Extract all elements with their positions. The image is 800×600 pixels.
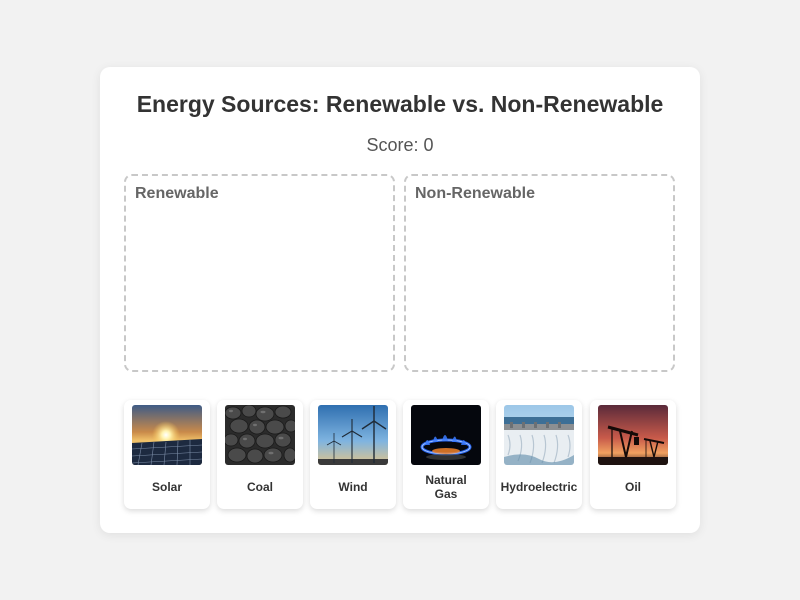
coal-image [225, 405, 295, 465]
energy-card-label: Coal [246, 480, 273, 494]
renewable-drop-zone[interactable]: Renewable [124, 174, 395, 372]
energy-card-natural-gas[interactable]: Natural Gas [403, 400, 489, 509]
non-renewable-zone-label: Non-Renewable [415, 185, 536, 202]
solar-panel-image [132, 405, 202, 465]
energy-card-label: Wind [338, 480, 368, 494]
energy-card-oil[interactable]: Oil [590, 400, 676, 509]
page-title: Energy Sources: Renewable vs. Non-Renewa… [136, 91, 664, 117]
energy-card-label: Hydroelectric [500, 480, 578, 494]
energy-card-coal[interactable]: Coal [217, 400, 303, 509]
energy-card-wind[interactable]: Wind [310, 400, 396, 509]
wind-turbine-image [318, 405, 388, 465]
oil-pump-image [598, 405, 668, 465]
energy-card-label: Solar [151, 480, 182, 494]
game-card: Energy Sources: Renewable vs. Non-Renewa… [100, 67, 700, 533]
energy-card-label: Natural Gas [425, 473, 467, 501]
gas-flame-image [411, 405, 481, 465]
energy-card-solar[interactable]: Solar [124, 400, 210, 509]
energy-card-hydroelectric[interactable]: Hydroelectric [496, 400, 582, 509]
renewable-zone-label: Renewable [135, 185, 219, 202]
score-display: Score: 0 [366, 135, 434, 155]
non-renewable-drop-zone[interactable]: Non-Renewable [404, 174, 675, 372]
energy-items-tray: Solar Coal Wind Natural Gas Hydroelectri… [124, 400, 676, 509]
energy-card-label: Oil [624, 480, 641, 494]
dam-image [504, 405, 574, 465]
